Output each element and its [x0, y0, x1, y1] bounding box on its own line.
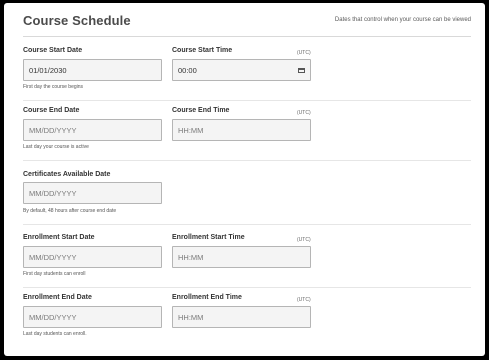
course-end-date-label: Course End Date: [23, 107, 80, 114]
enrollment-end-date-help: Last day students can enroll.: [23, 331, 87, 337]
divider: [23, 287, 471, 288]
enrollment-start-time-label: Enrollment Start Time: [172, 234, 245, 241]
enrollment-end-date-input[interactable]: MM/DD/YYYY: [23, 306, 162, 328]
course-start-date-input[interactable]: 01/01/2030: [23, 59, 162, 81]
course-start-time-label: Course Start Time: [172, 47, 233, 54]
certificates-date-input[interactable]: MM/DD/YYYY: [23, 182, 162, 204]
keyboard-icon[interactable]: [298, 68, 305, 73]
course-start-time-input[interactable]: 00:00: [172, 59, 311, 81]
enrollment-start-date-input[interactable]: MM/DD/YYYY: [23, 246, 162, 268]
course-end-date-input[interactable]: MM/DD/YYYY: [23, 119, 162, 141]
course-start-date-help: First day the course begins: [23, 84, 84, 90]
enrollment-start-time-utc: (UTC): [297, 237, 311, 243]
enrollment-start-time-input[interactable]: HH:MM: [172, 246, 311, 268]
course-schedule-panel: Course Schedule Dates that control when …: [4, 3, 485, 356]
enrollment-end-time-input[interactable]: HH:MM: [172, 306, 311, 328]
enrollment-start-date-help: First day students can enroll: [23, 271, 86, 277]
enrollment-start-date-label: Enrollment Start Date: [23, 234, 95, 241]
certificates-date-label: Certificates Available Date: [23, 171, 111, 178]
divider: [23, 224, 471, 225]
divider: [23, 100, 471, 101]
course-start-time-utc: (UTC): [297, 50, 311, 56]
section-header: Course Schedule Dates that control when …: [23, 3, 471, 37]
course-start-time-value: 00:00: [178, 65, 197, 75]
section-description: Dates that control when your course can …: [334, 17, 471, 23]
course-start-date-label: Course Start Date: [23, 47, 83, 54]
course-end-time-utc: (UTC): [297, 110, 311, 116]
course-end-time-label: Course End Time: [172, 107, 230, 114]
enrollment-end-time-utc: (UTC): [297, 297, 311, 303]
course-end-time-input[interactable]: HH:MM: [172, 119, 311, 141]
divider: [23, 160, 471, 161]
enrollment-end-time-label: Enrollment End Time: [172, 294, 242, 301]
course-end-date-help: Last day your course is active: [23, 144, 89, 150]
page-title: Course Schedule: [23, 13, 131, 28]
certificates-date-help: By default, 48 hours after course end da…: [23, 208, 117, 214]
enrollment-end-date-label: Enrollment End Date: [23, 294, 92, 301]
